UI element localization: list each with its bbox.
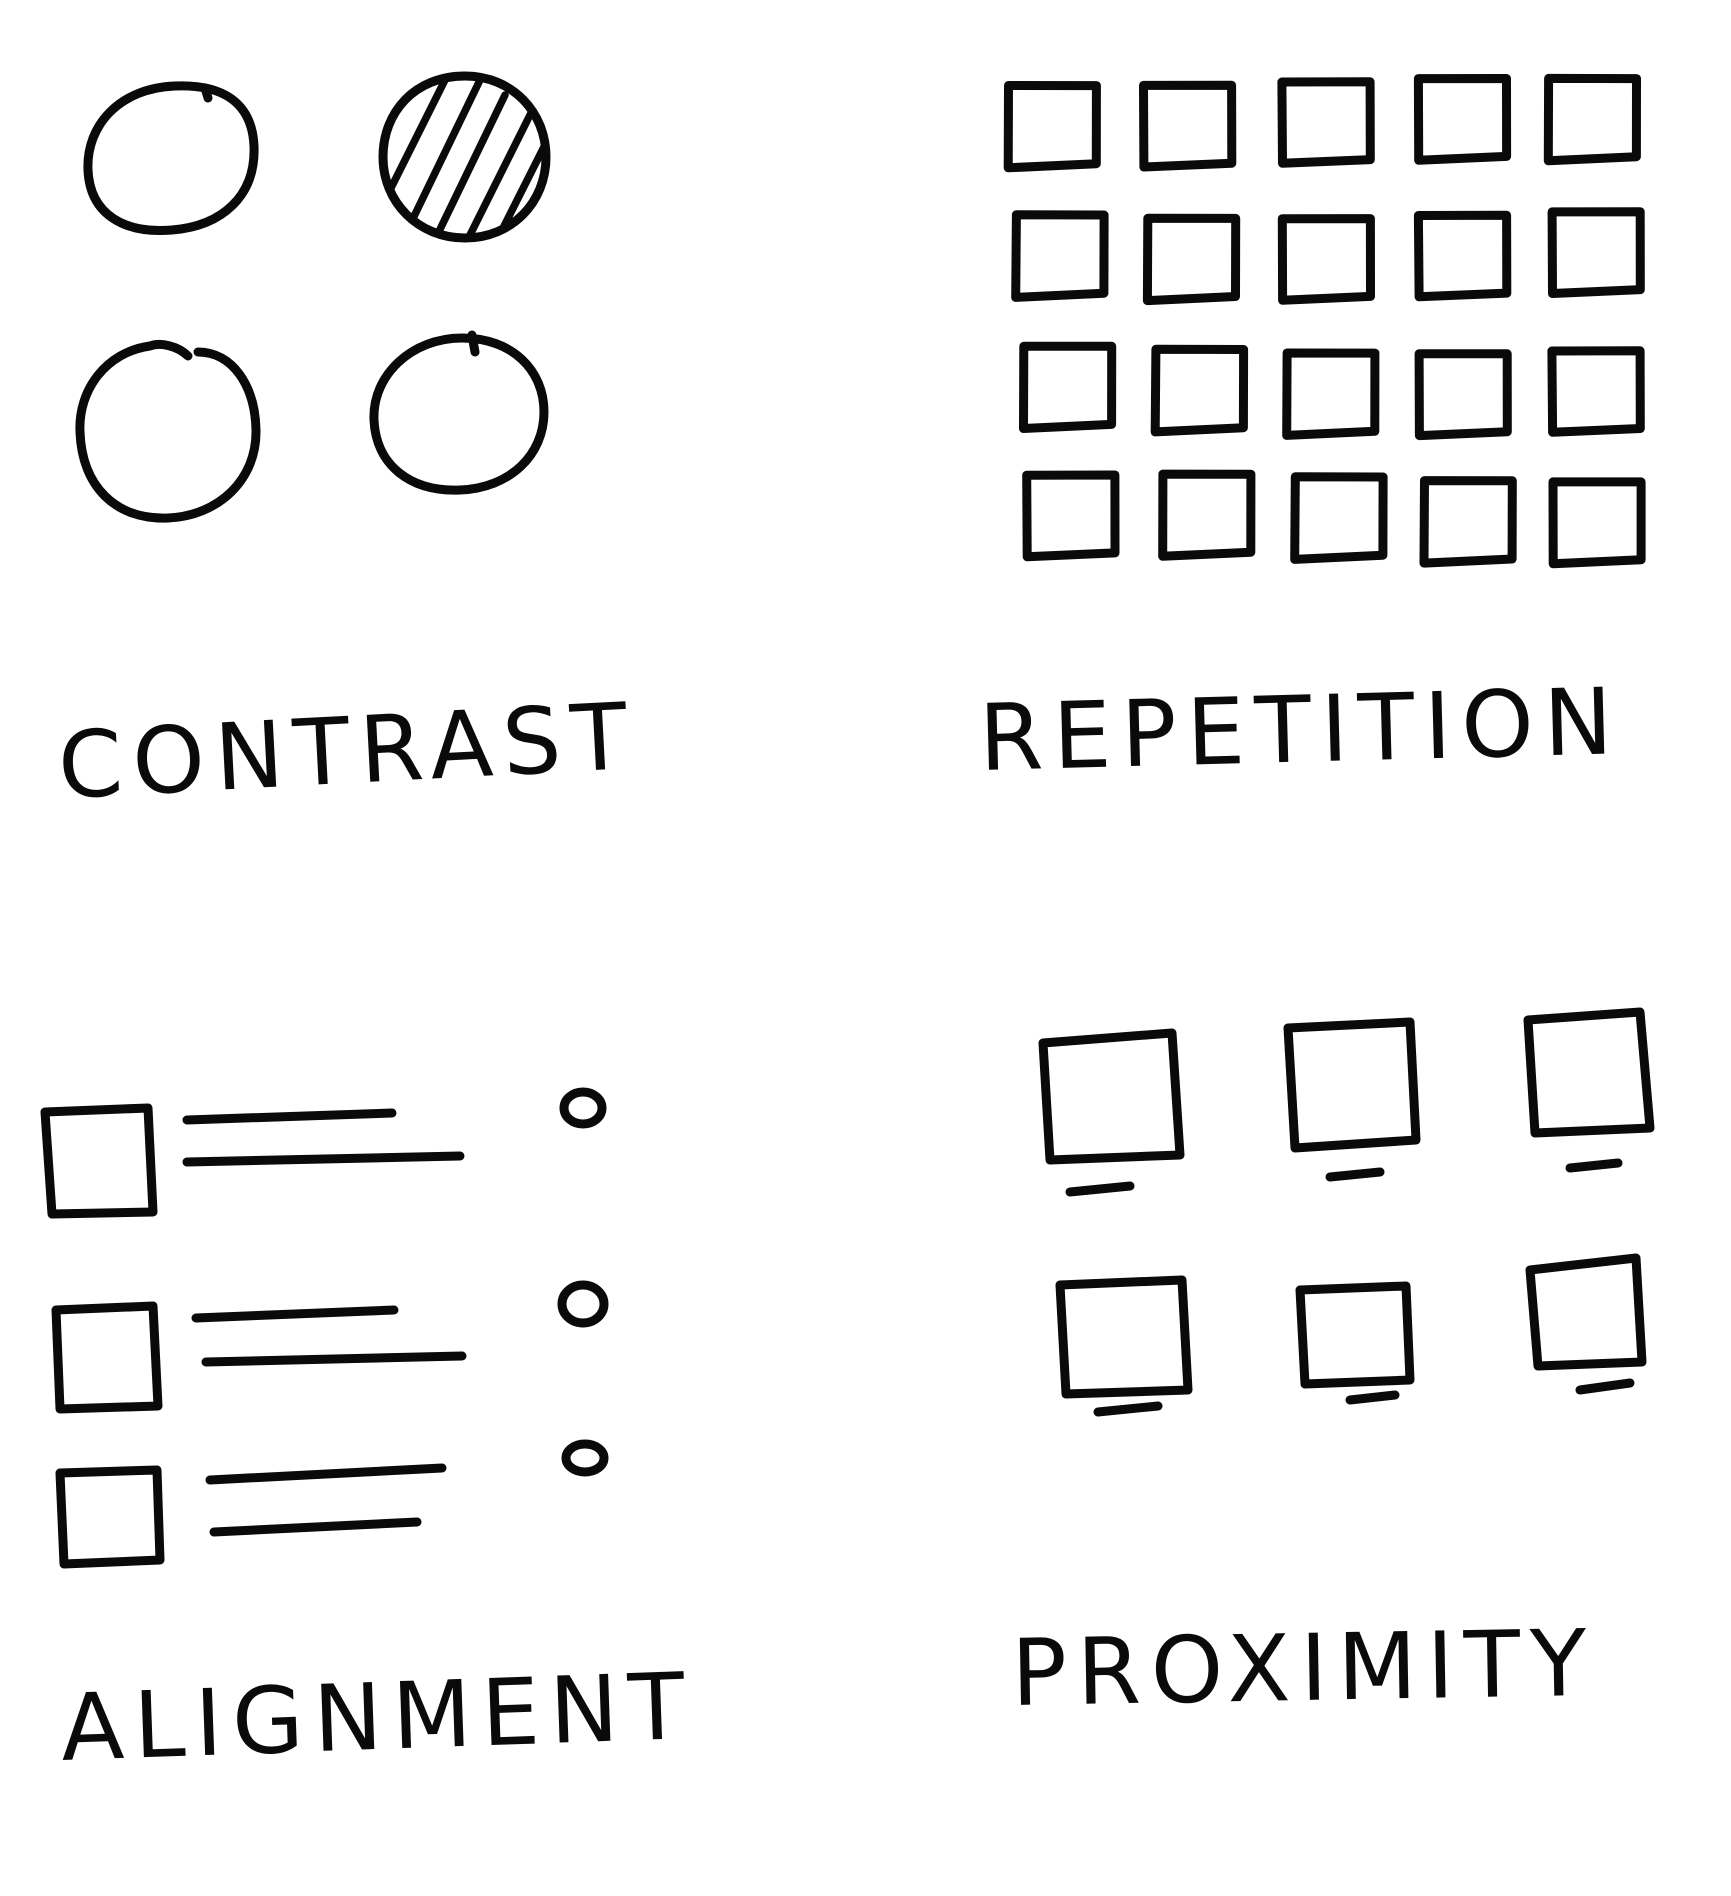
repetition-square bbox=[1419, 476, 1517, 568]
repetition-square bbox=[1413, 210, 1512, 302]
design-principles-sketch: CONTRAST REPETITION ALIGNMENT PROXIMITY bbox=[40, 71, 1655, 1782]
proximity-item bbox=[1295, 1281, 1415, 1405]
repetition-square bbox=[1022, 470, 1120, 562]
repetition-square bbox=[1150, 344, 1249, 437]
proximity-panel: PROXIMITY bbox=[1011, 1007, 1655, 1727]
alignment-panel: ALIGNMENT bbox=[40, 1087, 696, 1782]
alignment-illustration bbox=[40, 1087, 609, 1569]
repetition-square bbox=[1277, 214, 1375, 305]
repetition-square bbox=[1282, 348, 1380, 440]
alignment-label: ALIGNMENT bbox=[59, 1653, 696, 1782]
repetition-square bbox=[1548, 477, 1646, 569]
repetition-square bbox=[1543, 73, 1641, 166]
alignment-row bbox=[40, 1087, 607, 1219]
repetition-label: REPETITION bbox=[978, 668, 1624, 792]
repetition-panel: REPETITION bbox=[978, 73, 1646, 792]
proximity-label: PROXIMITY bbox=[1011, 1610, 1598, 1727]
repetition-illustration bbox=[1003, 73, 1646, 569]
repetition-square bbox=[1413, 74, 1512, 165]
repetition-square bbox=[1139, 80, 1237, 172]
repetition-square bbox=[1290, 472, 1388, 564]
repetition-square bbox=[1142, 213, 1241, 306]
plain-circle-top-left bbox=[83, 81, 259, 236]
contrast-label: CONTRAST bbox=[56, 683, 640, 820]
proximity-item bbox=[1055, 1275, 1193, 1417]
repetition-square bbox=[1019, 341, 1117, 433]
proximity-item bbox=[1038, 1028, 1185, 1197]
alignment-row bbox=[55, 1439, 609, 1569]
repetition-square bbox=[1277, 77, 1375, 168]
proximity-item bbox=[1523, 1007, 1655, 1173]
repetition-square bbox=[1414, 349, 1512, 441]
hatched-circle bbox=[378, 71, 551, 243]
contrast-illustration bbox=[75, 71, 551, 523]
contrast-panel: CONTRAST bbox=[56, 71, 640, 820]
repetition-square bbox=[1547, 207, 1645, 298]
repetition-square bbox=[1003, 81, 1101, 173]
repetition-square bbox=[1011, 210, 1109, 302]
plain-circle-bottom-right bbox=[369, 330, 549, 495]
proximity-illustration bbox=[1038, 1007, 1655, 1417]
proximity-item bbox=[1283, 1017, 1421, 1182]
plain-circle-bottom-left bbox=[75, 339, 261, 523]
repetition-square bbox=[1158, 469, 1256, 561]
repetition-square bbox=[1547, 346, 1645, 437]
alignment-row bbox=[51, 1280, 609, 1414]
proximity-item bbox=[1525, 1253, 1647, 1395]
